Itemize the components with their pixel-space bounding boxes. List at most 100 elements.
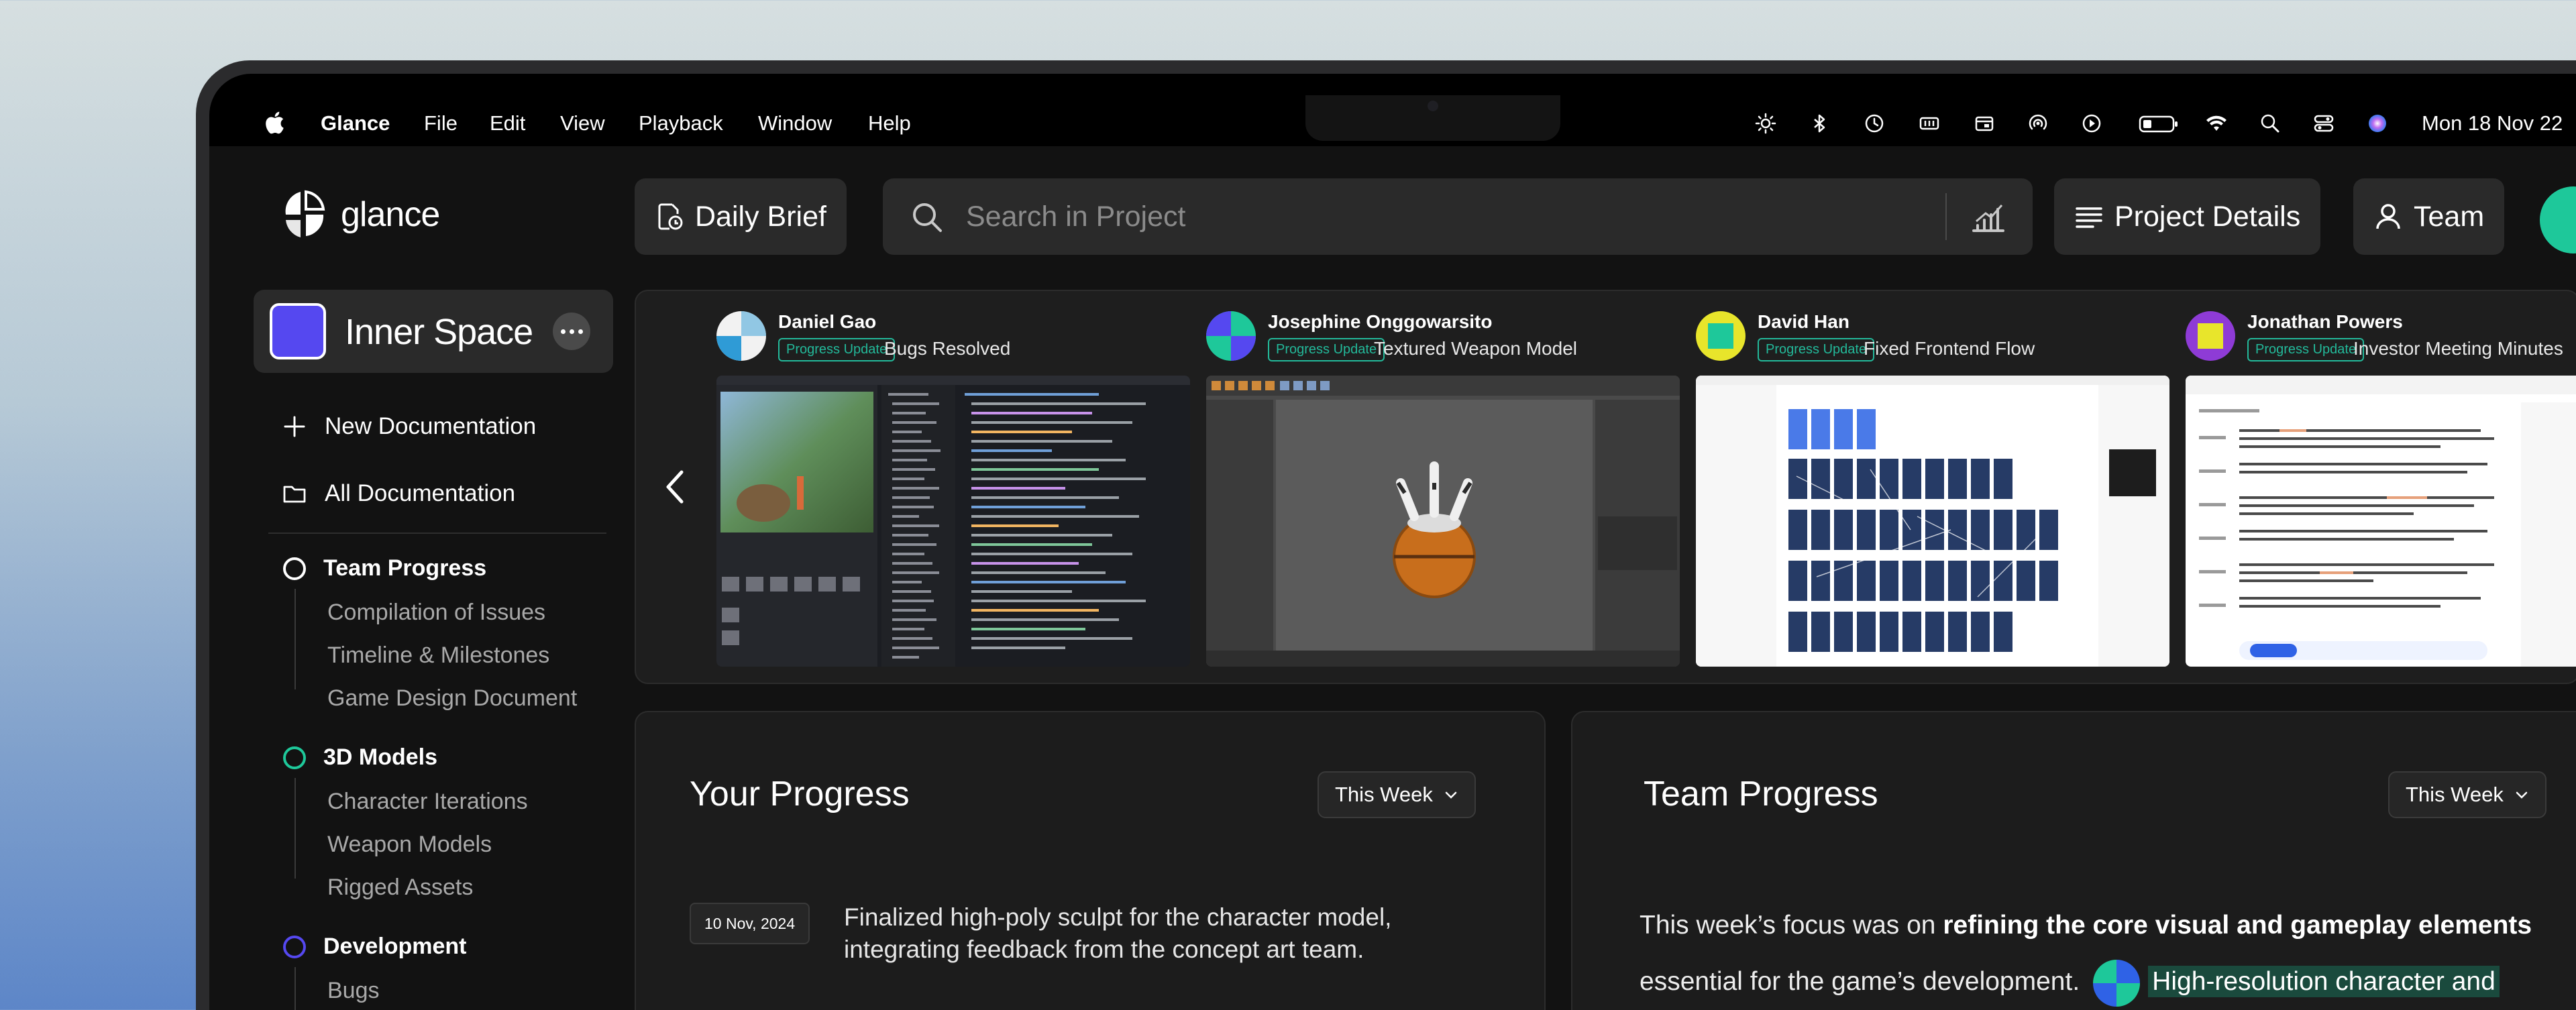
sidebar-item-rigged-assets[interactable]: Rigged Assets	[327, 875, 473, 901]
workspace-switcher[interactable]: Inner Space	[254, 290, 613, 373]
search-input[interactable]	[966, 196, 1892, 237]
menu-playback[interactable]: Playback	[639, 111, 723, 135]
list-icon	[2076, 207, 2102, 228]
wifi-icon[interactable]	[2204, 113, 2229, 134]
menu-window[interactable]: Window	[758, 111, 832, 135]
3d-modeling-screenshot	[1206, 376, 1680, 667]
daily-brief-button[interactable]: Daily Brief	[635, 178, 847, 255]
app-window: glance Daily Brief Project Details Team …	[209, 146, 2576, 1010]
spotlight-search-icon[interactable]	[2258, 113, 2282, 134]
team-button[interactable]: Team	[2353, 178, 2505, 255]
airdrop-icon[interactable]	[2026, 113, 2050, 134]
avatar	[1206, 311, 1256, 361]
brand-name: glance	[341, 195, 440, 234]
your-progress-title: Your Progress	[690, 775, 910, 813]
section-title: 3D Models	[323, 744, 438, 770]
memory-icon[interactable]	[1917, 113, 1941, 134]
team-progress-panel: Team Progress This Week This week’s focu…	[1571, 711, 2576, 1010]
sidebar-item-game-design-document[interactable]: Game Design Document	[327, 685, 577, 712]
update-title: Bugs Resolved	[884, 338, 1011, 359]
author-name: Josephine Onggowarsito	[1268, 311, 1493, 332]
period-dropdown-label: This Week	[1335, 783, 1433, 806]
team-period-dropdown[interactable]: This Week	[2388, 771, 2546, 818]
update-title: Fixed Frontend Flow	[1864, 338, 2035, 359]
summary-lead: This week’s focus was on	[1640, 911, 1943, 940]
period-dropdown[interactable]: This Week	[1318, 771, 1476, 818]
menu-help[interactable]: Help	[868, 111, 911, 135]
menu-edit[interactable]: Edit	[490, 111, 525, 135]
your-progress-panel: Your Progress This Week 10 Nov, 2024 Fin…	[635, 711, 1546, 1010]
project-details-label: Project Details	[2114, 200, 2301, 233]
search-icon	[913, 203, 942, 232]
team-progress-summary: This week’s focus was on refining the co…	[1640, 897, 2576, 1010]
workspace-name: Inner Space	[345, 312, 533, 352]
menu-file[interactable]: File	[424, 111, 458, 135]
folder-icon	[283, 486, 306, 503]
sidebar-section-3d-models[interactable]: 3D Models	[283, 744, 437, 771]
brand-logo[interactable]: glance	[283, 189, 440, 240]
progress-update-badge: Progress Update	[1268, 338, 1385, 361]
team-progress-ring-icon	[283, 557, 306, 580]
search-bar[interactable]	[883, 178, 2033, 255]
project-details-button[interactable]: Project Details	[2054, 178, 2321, 255]
progress-entry-text: Finalized high-poly sculpt for the chara…	[844, 903, 1392, 963]
avatar	[716, 311, 766, 361]
new-documentation-label: New Documentation	[325, 413, 537, 439]
user-avatar[interactable]	[2540, 186, 2576, 254]
all-documentation-link[interactable]: All Documentation	[282, 480, 515, 507]
summary-highlight: High-resolution character and	[2148, 966, 2500, 997]
bluetooth-icon[interactable]	[1807, 113, 1831, 134]
update-title: Investor Meeting Minutes	[2353, 338, 2563, 359]
frontend-flow-screenshot	[1696, 376, 2169, 667]
analytics-icon[interactable]	[1970, 199, 2007, 236]
meeting-notes-screenshot	[2186, 376, 2576, 667]
workspace-swatch	[270, 303, 326, 359]
section-tree-line	[294, 967, 296, 1010]
author-name: Jonathan Powers	[2247, 311, 2403, 332]
apple-icon[interactable]	[264, 111, 284, 134]
author-name: Daniel Gao	[778, 311, 877, 332]
avatar	[1696, 311, 1746, 361]
sidebar-item-bugs[interactable]: Bugs	[327, 978, 380, 1004]
chevron-down-icon	[1445, 791, 1457, 799]
new-documentation-link[interactable]: New Documentation	[282, 413, 536, 440]
glance-logo-icon	[285, 190, 325, 237]
progress-updates-carousel: Daniel Gao Progress Update Bugs Resolved	[635, 290, 2576, 684]
author-name: David Han	[1758, 311, 1849, 332]
sidebar-divider	[268, 532, 606, 534]
control-center-icon[interactable]	[2312, 113, 2336, 134]
battery-icon[interactable]	[2139, 113, 2179, 134]
3d-models-ring-icon	[283, 746, 306, 769]
calendar-icon[interactable]	[1972, 113, 1996, 134]
now-playing-icon[interactable]	[2080, 113, 2104, 134]
siri-icon[interactable]	[2365, 113, 2390, 134]
menu-view[interactable]: View	[560, 111, 605, 135]
sidebar-item-weapon-models[interactable]: Weapon Models	[327, 832, 492, 858]
section-title: Team Progress	[323, 555, 487, 581]
more-options-button[interactable]	[553, 313, 590, 350]
sidebar-section-team-progress[interactable]: Team Progress	[283, 555, 486, 581]
development-ring-icon	[283, 935, 306, 958]
camera-notch	[1305, 95, 1560, 141]
menu-app-name[interactable]: Glance	[321, 111, 390, 135]
team-icon	[2376, 204, 2400, 229]
period-dropdown-label: This Week	[2406, 783, 2504, 806]
sidebar-section-development[interactable]: Development	[283, 934, 467, 960]
all-documentation-label: All Documentation	[325, 480, 516, 506]
chevron-down-icon	[2516, 791, 2528, 799]
update-title: Textured Weapon Model	[1374, 338, 1577, 359]
time-machine-icon[interactable]	[1862, 113, 1886, 134]
brightness-icon[interactable]	[1754, 113, 1778, 134]
sidebar-item-compilation-of-issues[interactable]: Compilation of Issues	[327, 600, 545, 626]
summary-rest: essential for the game’s development.	[1640, 967, 2080, 996]
search-divider	[1945, 193, 1947, 240]
summary-bold: refining the core visual and gameplay el…	[1943, 911, 2532, 940]
mention-avatar[interactable]	[2093, 959, 2141, 1007]
chevron-left-icon[interactable]	[660, 467, 690, 507]
sidebar-item-character-iterations[interactable]: Character Iterations	[327, 789, 528, 815]
sidebar-item-timeline-milestones[interactable]: Timeline & Milestones	[327, 642, 549, 669]
team-progress-title: Team Progress	[1644, 775, 1878, 813]
camera-dot	[1428, 101, 1438, 111]
menu-clock[interactable]: Mon 18 Nov 22	[2422, 111, 2563, 135]
daily-brief-label: Daily Brief	[695, 200, 826, 233]
